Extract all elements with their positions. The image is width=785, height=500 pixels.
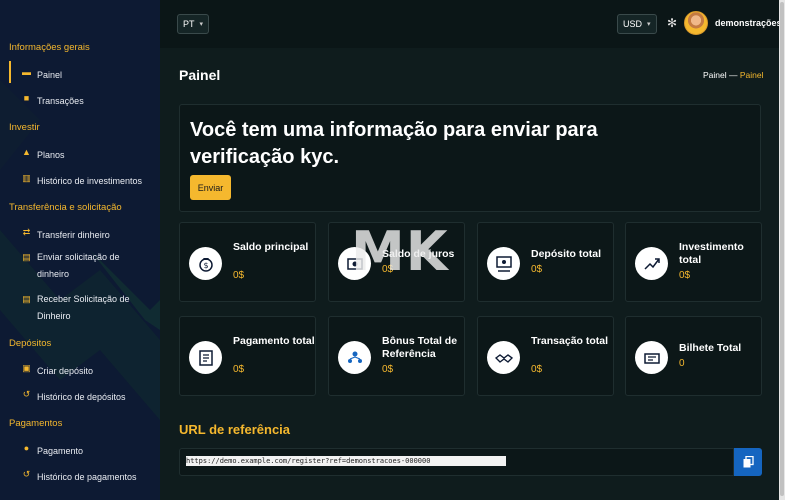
page-title: Painel: [179, 67, 221, 83]
stat-title: Transação total: [531, 335, 609, 347]
svg-text:$: $: [203, 261, 208, 270]
kyc-message: Você tem uma informação para enviar para…: [190, 119, 598, 168]
kyc-alert: Você tem uma informação para enviar para…: [179, 104, 761, 212]
history-icon: ↺: [22, 389, 31, 399]
stat-value: 0$: [531, 364, 543, 375]
username[interactable]: demonstrações: [715, 18, 782, 28]
language-select[interactable]: PT ▾: [177, 14, 210, 34]
history-icon: ↺: [22, 469, 31, 479]
chevron-down-icon: ▾: [199, 21, 204, 28]
sidebar-item-investment-history[interactable]: ▥ Histórico de investimentos: [0, 165, 160, 191]
stat-value: 0$: [233, 270, 245, 281]
money-bag-icon: $: [189, 247, 222, 280]
referral-icon: [338, 341, 371, 374]
chevron-down-icon: ▾: [647, 21, 651, 28]
send-icon: ▤: [22, 252, 31, 262]
referral-title: URL de referência: [179, 422, 291, 437]
stat-value: 0$: [233, 364, 245, 375]
sidebar-item-label: Painel: [37, 70, 63, 80]
chart-icon: ▥: [22, 173, 31, 183]
payment-icon: [189, 341, 222, 374]
sidebar-item-payment[interactable]: ● Pagamento: [0, 435, 160, 461]
swap-icon: ⇄: [22, 227, 31, 237]
kyc-submit-button[interactable]: Enviar: [190, 175, 231, 200]
scrollbar-thumb[interactable]: [780, 2, 784, 496]
ticket-icon: [635, 341, 668, 374]
stat-card-total-referral-bonus: Bônus Total de Referência 0$: [328, 316, 465, 396]
stat-title: Depósito total: [531, 248, 601, 260]
briefcase-icon: ■: [23, 93, 30, 103]
sidebar: Informações gerais ▬ Painel ■ Transações…: [0, 0, 160, 500]
sidebar-item-send-request[interactable]: ▤ Enviar solicitação de dinheiro: [0, 245, 160, 285]
sidebar-item-label: Transferir dinheiro: [37, 230, 110, 240]
referral-url-text[interactable]: https://demo.example.com/register?ref=de…: [186, 456, 506, 466]
stat-card-total-ticket: Bilhete Total 0: [625, 316, 762, 396]
section-payments: Pagamentos: [9, 418, 63, 429]
receive-icon: ▤: [22, 294, 31, 304]
sidebar-item-label: Receber Solicitação de Dinheiro: [37, 294, 130, 321]
currency-value: USD: [623, 19, 643, 29]
sidebar-item-label: Histórico de investimentos: [37, 176, 143, 186]
investment-icon: [635, 247, 668, 280]
sidebar-item-label: Criar depósito: [37, 366, 94, 376]
copy-button[interactable]: [734, 448, 762, 476]
stat-card-total-transaction: Transação total 0$: [477, 316, 614, 396]
sidebar-item-label: Transações: [37, 96, 84, 106]
stat-card-total-deposit: Depósito total 0$: [477, 222, 614, 302]
stat-title: Investimento total: [679, 241, 744, 266]
sidebar-item-create-deposit[interactable]: ▣ Criar depósito: [0, 355, 160, 381]
sidebar-item-dashboard[interactable]: ▬ Painel: [0, 59, 160, 85]
currency-select[interactable]: USD ▾: [617, 14, 657, 34]
breadcrumb-separator: —: [729, 70, 738, 80]
sidebar-item-label: Pagamento: [37, 446, 84, 456]
language-value: PT: [183, 19, 195, 29]
stat-value: 0$: [679, 270, 691, 281]
section-general: Informações gerais: [9, 42, 90, 53]
sidebar-item-label: Histórico de depósitos: [37, 392, 126, 402]
sidebar-item-label: Histórico de pagamentos: [37, 472, 137, 482]
sidebar-item-plans[interactable]: ▲ Planos: [0, 139, 160, 165]
stat-title: Bilhete Total: [679, 342, 742, 354]
deposit-icon: [487, 247, 520, 280]
stat-value: 0: [679, 358, 685, 369]
stat-value: 0$: [531, 264, 543, 275]
section-deposits: Depósitos: [9, 338, 52, 349]
wallet-icon: ▣: [22, 363, 31, 373]
stat-card-main-balance: $ Saldo principal 0$: [179, 222, 316, 302]
topbar: PT ▾ USD ▾ ✻ demonstrações: [160, 0, 785, 48]
stat-card-total-investment: Investimento total 0$: [625, 222, 762, 302]
breadcrumb-home[interactable]: Painel: [703, 70, 727, 80]
sidebar-item-deposit-history[interactable]: ↺ Histórico de depósitos: [0, 381, 160, 407]
stat-value: 0$: [382, 364, 394, 375]
user-pay-icon: ●: [23, 443, 30, 453]
sidebar-item-transfer-money[interactable]: ⇄ Transferir dinheiro: [0, 219, 160, 245]
stat-title: Bônus Total de Referência: [382, 335, 458, 360]
sidebar-item-label: Planos: [37, 150, 65, 160]
sidebar-item-payment-history[interactable]: ↺ Histórico de pagamentos: [0, 461, 160, 487]
stat-card-total-payment: Pagamento total 0$: [179, 316, 316, 396]
copy-icon: [743, 456, 754, 468]
gear-icon[interactable]: ✻: [667, 16, 677, 30]
breadcrumb-current: Painel: [739, 70, 764, 80]
sidebar-item-label: Enviar solicitação de dinheiro: [37, 252, 120, 279]
bell-icon: ▲: [22, 147, 31, 157]
page-scrollbar[interactable]: [779, 0, 785, 500]
dashboard-icon: ▬: [22, 67, 31, 77]
section-invest: Investir: [9, 122, 40, 133]
handshake-icon: [487, 341, 520, 374]
sidebar-item-receive-request[interactable]: ▤ Receber Solicitação de Dinheiro: [0, 287, 160, 327]
breadcrumb: Painel — Painel: [703, 70, 764, 80]
avatar[interactable]: [684, 11, 708, 35]
sidebar-item-transactions[interactable]: ■ Transações: [0, 85, 160, 111]
section-transfer: Transferência e solicitação: [9, 202, 122, 213]
watermark: MK: [351, 220, 449, 283]
stat-title: Saldo principal: [233, 241, 309, 253]
stat-title: Pagamento total: [233, 335, 315, 347]
